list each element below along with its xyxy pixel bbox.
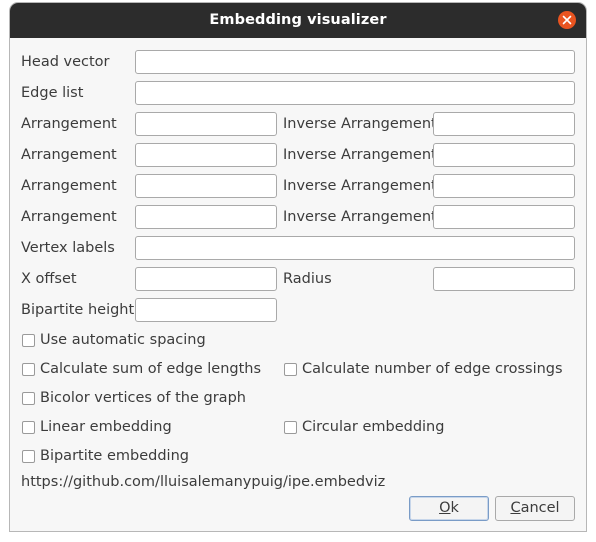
inverse-arrangement-input-4[interactable]: [433, 205, 575, 229]
vertex-labels-label: Vertex labels: [21, 240, 115, 256]
window-title: Embedding visualizer: [209, 12, 387, 28]
bipartite-embedding-label[interactable]: Bipartite embedding: [40, 446, 189, 466]
automatic-spacing-checkbox[interactable]: [22, 334, 35, 347]
linear-embedding-checkbox[interactable]: [22, 421, 35, 434]
bicolor-vertices-checkbox[interactable]: [22, 392, 35, 405]
arrangement-label-4: Arrangement: [21, 209, 117, 225]
title-bar[interactable]: Embedding visualizer: [10, 3, 586, 38]
cancel-button[interactable]: Cancel: [495, 496, 575, 521]
cancel-label-rest: ancel: [520, 500, 560, 516]
linear-embedding-label[interactable]: Linear embedding: [40, 417, 172, 437]
bicolor-vertices-label[interactable]: Bicolor vertices of the graph: [40, 388, 246, 408]
inverse-arrangement-label-4: Inverse Arrangement: [283, 209, 437, 225]
arrangement-label-2: Arrangement: [21, 147, 117, 163]
radius-input[interactable]: [433, 267, 575, 291]
arrangement-input-2[interactable]: [135, 143, 277, 167]
ok-button[interactable]: Ok: [409, 496, 489, 521]
x-offset-input[interactable]: [135, 267, 277, 291]
arrangement-input-1[interactable]: [135, 112, 277, 136]
inverse-arrangement-label-3: Inverse Arrangement: [283, 178, 437, 194]
inverse-arrangement-input-1[interactable]: [433, 112, 575, 136]
inverse-arrangement-label-2: Inverse Arrangement: [283, 147, 437, 163]
embedding-visualizer-dialog: Embedding visualizer Head vector Edge li…: [9, 2, 587, 532]
inverse-arrangement-label-1: Inverse Arrangement: [283, 116, 437, 132]
bipartite-embedding-checkbox[interactable]: [22, 450, 35, 463]
inverse-arrangement-input-3[interactable]: [433, 174, 575, 198]
inverse-arrangement-input-2[interactable]: [433, 143, 575, 167]
sum-edge-lengths-label[interactable]: Calculate sum of edge lengths: [40, 359, 261, 379]
x-offset-label: X offset: [21, 271, 77, 287]
ok-mnemonic: O: [439, 500, 451, 516]
arrangement-input-4[interactable]: [135, 205, 277, 229]
close-icon: [562, 15, 572, 25]
edge-list-label: Edge list: [21, 85, 84, 101]
automatic-spacing-label[interactable]: Use automatic spacing: [40, 330, 206, 350]
head-vector-label: Head vector: [21, 54, 110, 70]
repository-url-text: https://github.com/lluisalemanypuig/ipe.…: [21, 474, 386, 490]
bipartite-height-label: Bipartite height: [21, 302, 135, 318]
close-button[interactable]: [558, 11, 576, 29]
edge-crossings-checkbox[interactable]: [284, 363, 297, 376]
ok-label-rest: k: [450, 500, 459, 516]
circular-embedding-checkbox[interactable]: [284, 421, 297, 434]
cancel-mnemonic: C: [510, 500, 521, 516]
vertex-labels-input[interactable]: [135, 236, 575, 260]
arrangement-input-3[interactable]: [135, 174, 277, 198]
edge-list-input[interactable]: [135, 81, 575, 105]
bipartite-height-input[interactable]: [135, 298, 277, 322]
head-vector-input[interactable]: [135, 50, 575, 74]
arrangement-label-1: Arrangement: [21, 116, 117, 132]
arrangement-label-3: Arrangement: [21, 178, 117, 194]
radius-label: Radius: [283, 271, 332, 287]
sum-edge-lengths-checkbox[interactable]: [22, 363, 35, 376]
edge-crossings-label[interactable]: Calculate number of edge crossings: [302, 359, 563, 379]
circular-embedding-label[interactable]: Circular embedding: [302, 417, 444, 437]
